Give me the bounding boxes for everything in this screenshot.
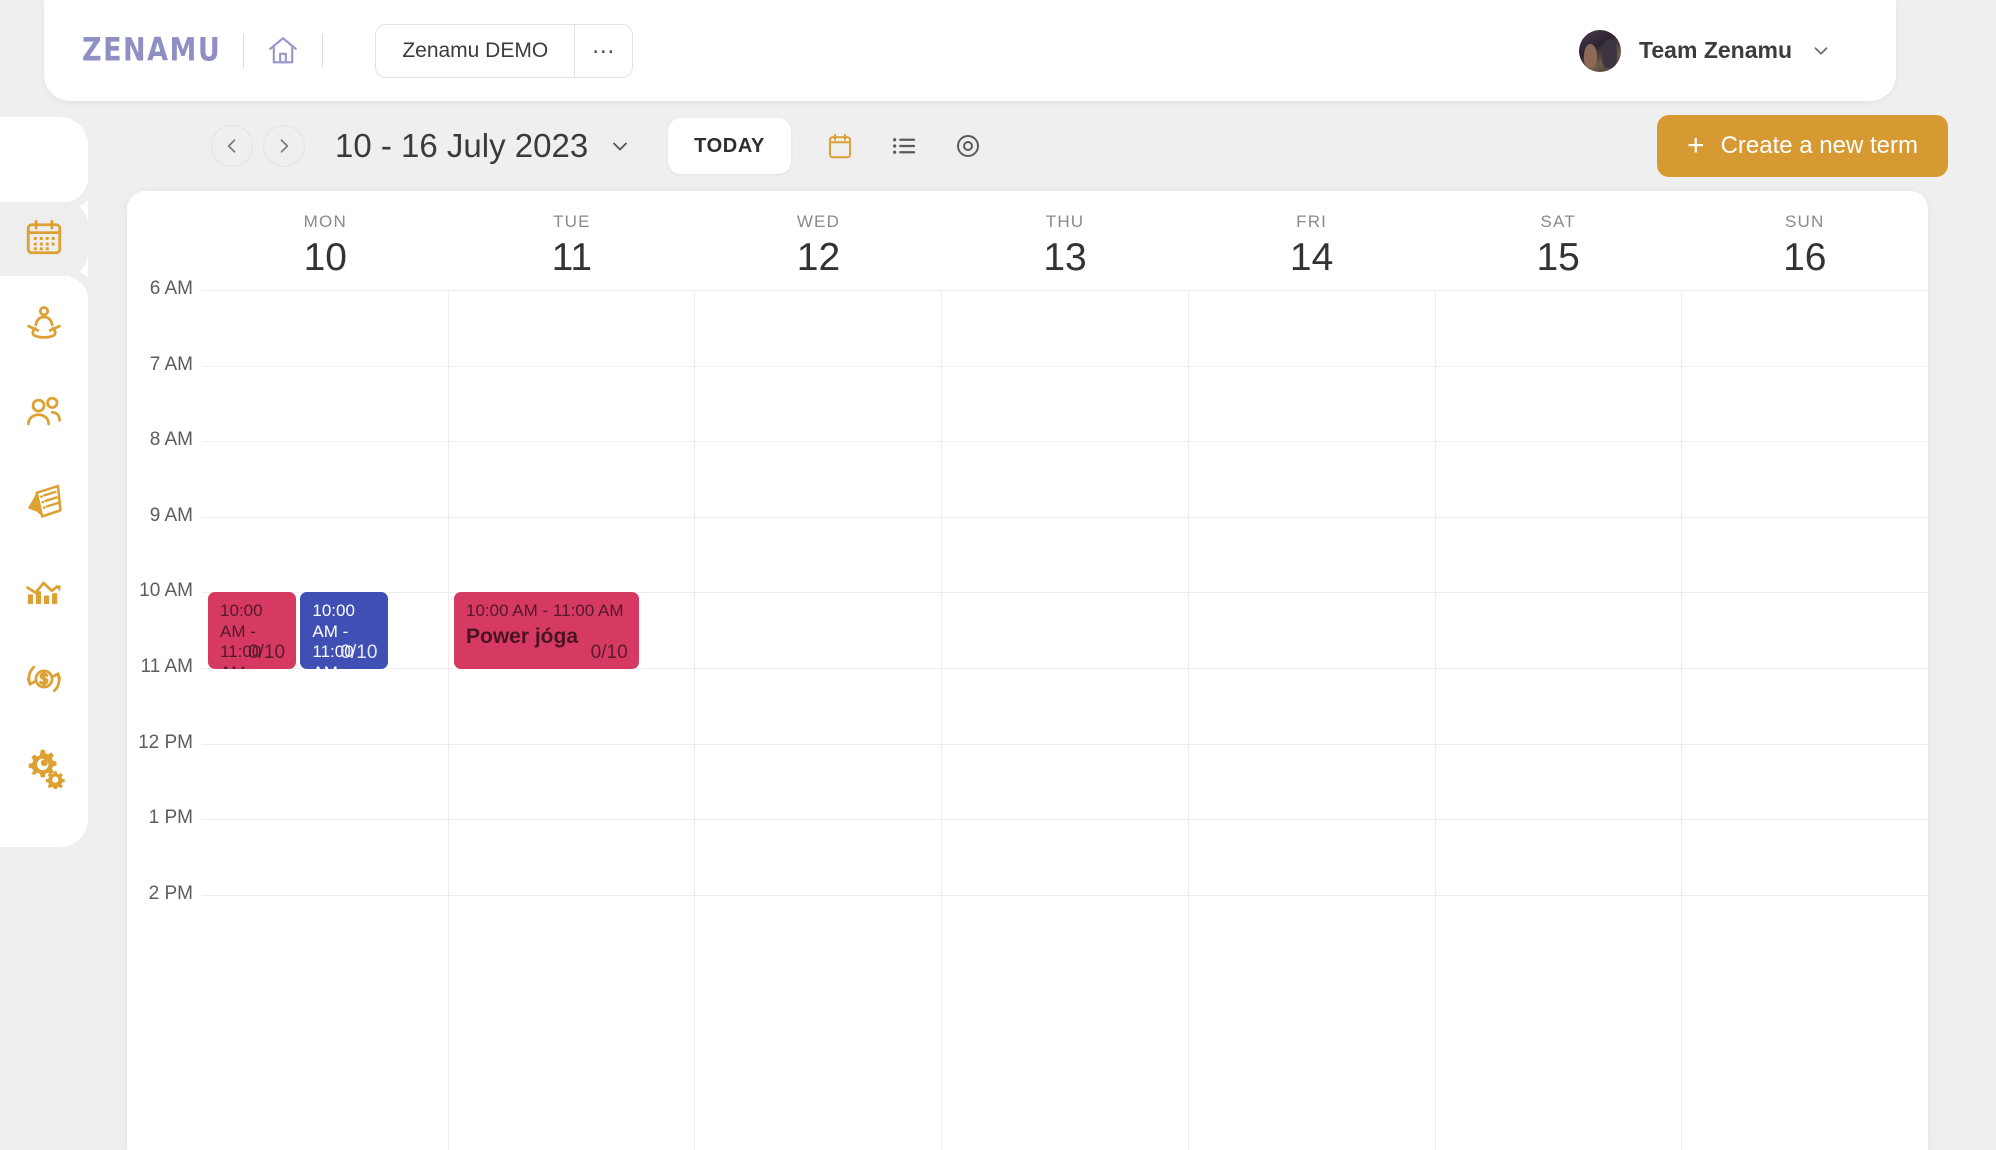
- hour-label: 10 AM: [139, 580, 193, 602]
- create-new-term-label: Create a new term: [1720, 132, 1918, 159]
- bar-chart-icon: [22, 570, 66, 619]
- document-list-icon: [22, 480, 66, 529]
- eye-view-icon[interactable]: [953, 131, 983, 161]
- hour-label: 7 AM: [149, 353, 193, 375]
- workspace-name[interactable]: Zenamu DEMO: [376, 25, 574, 77]
- next-week-button[interactable]: [263, 125, 305, 167]
- plus-icon: +: [1687, 129, 1705, 162]
- avatar: [1579, 29, 1622, 72]
- event-capacity: 0/10: [340, 641, 378, 663]
- prev-week-button[interactable]: [211, 125, 253, 167]
- dollar-refresh-icon: [22, 657, 66, 706]
- workspace-switcher[interactable]: Zenamu DEMO …: [375, 23, 634, 78]
- calendar-icon: [23, 216, 65, 263]
- hour-label: 11 AM: [140, 655, 193, 677]
- hour-label: 12 PM: [138, 731, 193, 753]
- sidebar-item-statistics[interactable]: [0, 557, 88, 631]
- day-number: 10: [303, 235, 347, 279]
- day-of-week: THU: [1045, 211, 1085, 231]
- hour-label: 9 AM: [149, 504, 193, 526]
- chevron-down-icon[interactable]: [1810, 40, 1832, 62]
- day-header[interactable]: WED 12: [695, 191, 942, 290]
- header-divider-2: [322, 33, 324, 68]
- create-new-term-button[interactable]: + Create a new term: [1657, 115, 1948, 177]
- week-calendar: MON 10 TUE 11 WED 12 THU 13 FRI 14 SAT 1…: [127, 191, 1928, 1150]
- day-number: 15: [1536, 235, 1580, 279]
- day-of-week: WED: [796, 211, 841, 231]
- event-time: 10:00 AM - 11:00 AM: [465, 601, 624, 620]
- date-range-label: 10 - 16 July 2023: [335, 127, 589, 164]
- day-number: 16: [1783, 235, 1827, 279]
- day-number: 14: [1289, 235, 1334, 279]
- day-header[interactable]: MON 10: [202, 191, 449, 290]
- hour-label: 1 PM: [148, 807, 193, 829]
- list-view-icon[interactable]: [889, 131, 919, 161]
- sidebar-item-calendar[interactable]: [0, 178, 88, 300]
- today-button[interactable]: TODAY: [668, 118, 791, 174]
- day-header[interactable]: THU 13: [942, 191, 1189, 290]
- event-powerjoga-vpondeli-mon-blue[interactable]: 10:00 AM - 11:00 AM Powerjoga vpondeli 0…: [300, 592, 389, 669]
- sidebar-item-settings[interactable]: [0, 732, 88, 806]
- people-icon: [22, 390, 66, 439]
- left-sidebar: [0, 117, 88, 847]
- day-of-week: SUN: [1785, 211, 1825, 231]
- calendar-events-layer: 10:00 AM - 11:00 AM Power jóga 0/10 10:0…: [202, 290, 1928, 1150]
- calendar-view-icon[interactable]: [825, 131, 855, 161]
- hour-label: 2 PM: [148, 882, 193, 904]
- sidebar-item-classes[interactable]: [0, 289, 88, 363]
- gears-icon: [22, 745, 66, 794]
- header-divider-1: [243, 33, 245, 68]
- brand-logo[interactable]: ZENAMU: [82, 32, 221, 69]
- calendar-day-headers: MON 10 TUE 11 WED 12 THU 13 FRI 14 SAT 1…: [127, 191, 1928, 290]
- hour-label: 6 AM: [149, 278, 193, 299]
- day-number: 11: [551, 235, 593, 279]
- day-number: 13: [1043, 235, 1087, 279]
- day-header[interactable]: TUE 11: [449, 191, 696, 290]
- home-icon[interactable]: [266, 34, 300, 68]
- calendar-grid: 6 AM 7 AM 8 AM 9 AM 10 AM 11 AM 12 PM 1: [127, 278, 1928, 1150]
- sidebar-item-invoices[interactable]: [0, 467, 88, 541]
- day-of-week: MON: [303, 211, 347, 231]
- event-capacity: 0/10: [590, 641, 628, 663]
- yoga-person-icon: [22, 302, 66, 351]
- hour-label: 8 AM: [149, 429, 193, 451]
- day-header[interactable]: FRI 14: [1188, 191, 1435, 290]
- chevron-down-icon[interactable]: [608, 134, 632, 158]
- top-header-bar: ZENAMU Zenamu DEMO … Team Zenamu: [44, 0, 1896, 101]
- day-of-week: SAT: [1540, 211, 1576, 231]
- sidebar-item-clients[interactable]: [0, 377, 88, 451]
- day-number: 12: [796, 235, 841, 279]
- event-capacity: 0/10: [248, 641, 286, 663]
- day-header[interactable]: SUN 16: [1681, 191, 1928, 290]
- day-of-week: FRI: [1296, 211, 1328, 231]
- user-name: Team Zenamu: [1639, 37, 1792, 63]
- calendar-toolbar: 10 - 16 July 2023 TODAY + Create a new t…: [88, 101, 1996, 191]
- workspace-more-button[interactable]: …: [574, 24, 632, 77]
- user-menu[interactable]: Team Zenamu: [1579, 29, 1832, 72]
- day-header[interactable]: SAT 15: [1435, 191, 1682, 290]
- event-power-joga-tue-pink[interactable]: 10:00 AM - 11:00 AM Power jóga 0/10: [453, 592, 639, 669]
- event-power-joga-mon-pink[interactable]: 10:00 AM - 11:00 AM Power jóga 0/10: [208, 592, 297, 669]
- sidebar-item-payments[interactable]: [0, 644, 88, 718]
- day-of-week: TUE: [553, 211, 591, 231]
